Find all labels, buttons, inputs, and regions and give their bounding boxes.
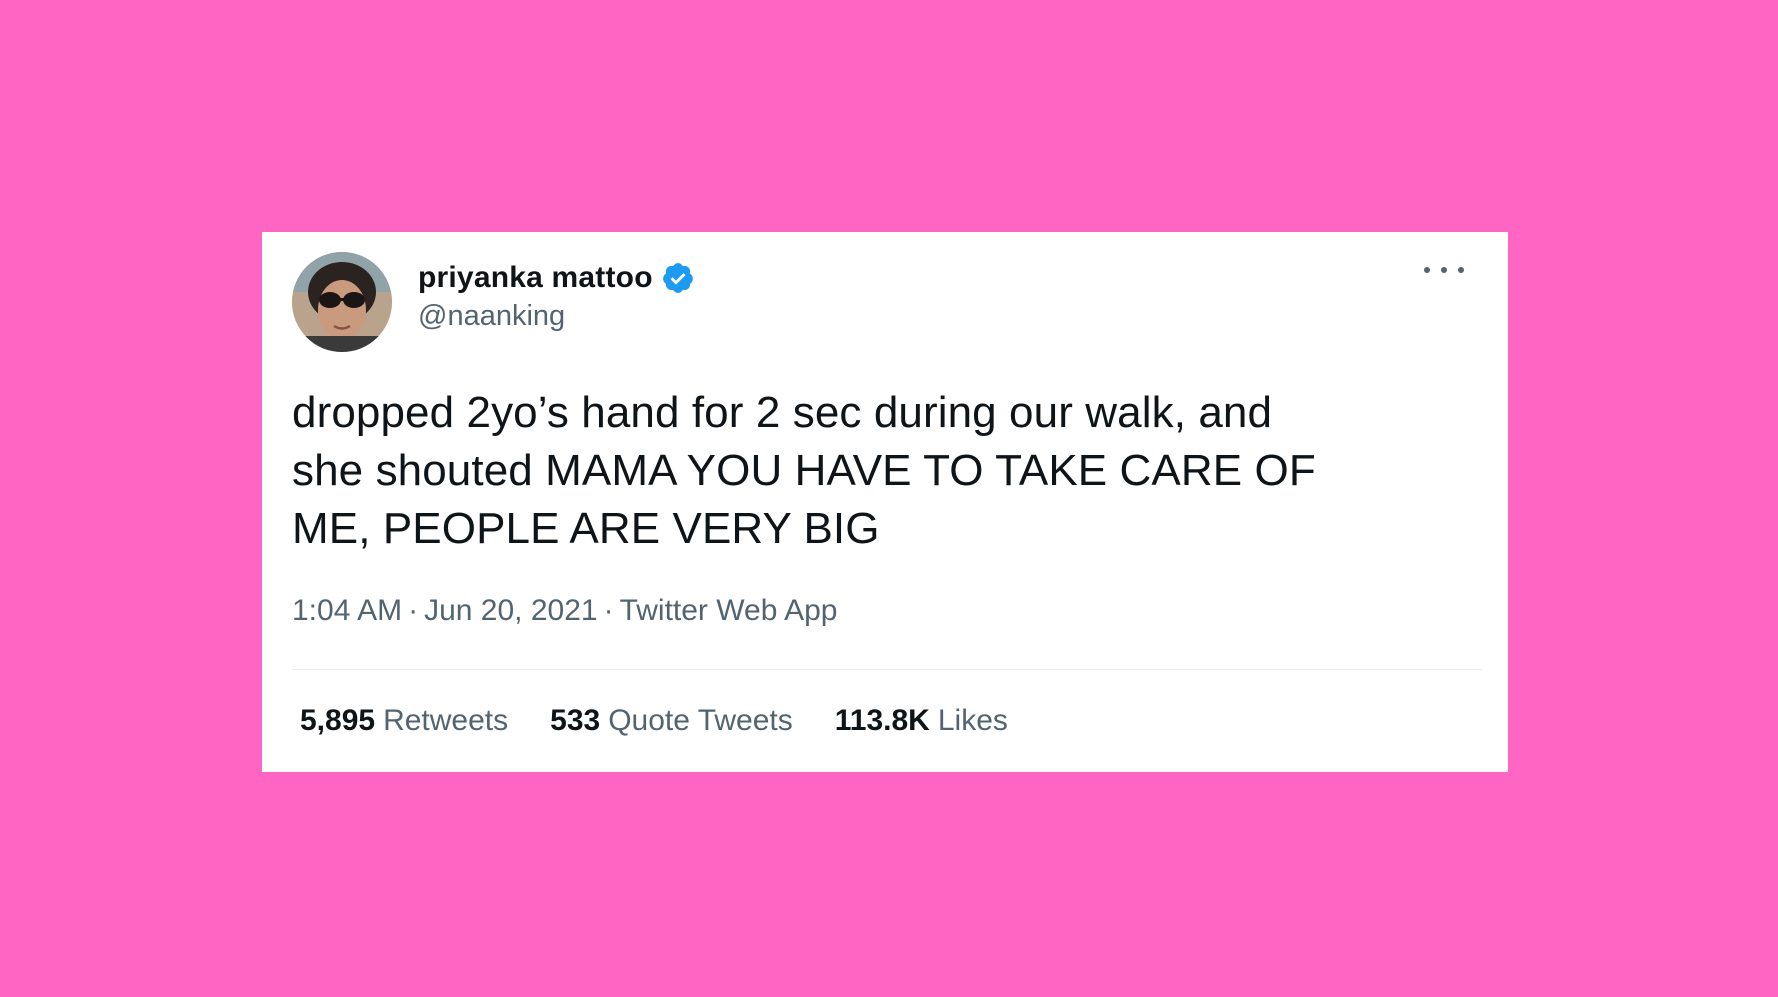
tweet-card: priyanka mattoo @naanking dropped 2yo’s … — [262, 232, 1508, 772]
divider — [292, 669, 1482, 670]
quote-tweets-label: Quote Tweets — [608, 704, 793, 737]
meta-separator: · — [408, 594, 419, 627]
more-dot — [1424, 267, 1430, 273]
tweet-time[interactable]: 1:04 AM — [292, 594, 402, 627]
retweets-count: 5,895 — [300, 704, 376, 737]
display-name[interactable]: priyanka mattoo — [418, 261, 653, 295]
verified-badge-icon — [661, 261, 695, 295]
avatar[interactable] — [292, 252, 392, 352]
quote-tweets-count: 533 — [550, 704, 601, 737]
more-options-icon[interactable] — [1424, 260, 1464, 280]
likes-stat[interactable]: 113.8K Likes — [835, 704, 1008, 738]
name-row: priyanka mattoo — [418, 258, 695, 298]
more-dot — [1441, 267, 1447, 273]
more-dot — [1458, 267, 1464, 273]
likes-label: Likes — [937, 704, 1008, 737]
tweet-meta: 1:04 AM · Jun 20, 2021 · Twitter Web App — [292, 594, 837, 628]
tweet-source[interactable]: Twitter Web App — [620, 594, 838, 627]
meta-separator: · — [603, 594, 614, 627]
tweet-date[interactable]: Jun 20, 2021 — [424, 594, 597, 627]
likes-count: 113.8K — [834, 704, 930, 737]
tweet-text: dropped 2yo’s hand for 2 sec during our … — [292, 388, 1316, 553]
avatar-photo — [292, 252, 392, 352]
quote-tweets-stat[interactable]: 533 Quote Tweets — [550, 704, 793, 738]
tweet-stats: 5,895 Retweets 533 Quote Tweets 113.8K Like… — [300, 704, 1050, 738]
retweets-stat[interactable]: 5,895 Retweets — [300, 704, 508, 738]
handle[interactable]: @naanking — [418, 300, 695, 333]
author-block: priyanka mattoo @naanking — [418, 258, 695, 333]
retweets-label: Retweets — [383, 704, 509, 737]
